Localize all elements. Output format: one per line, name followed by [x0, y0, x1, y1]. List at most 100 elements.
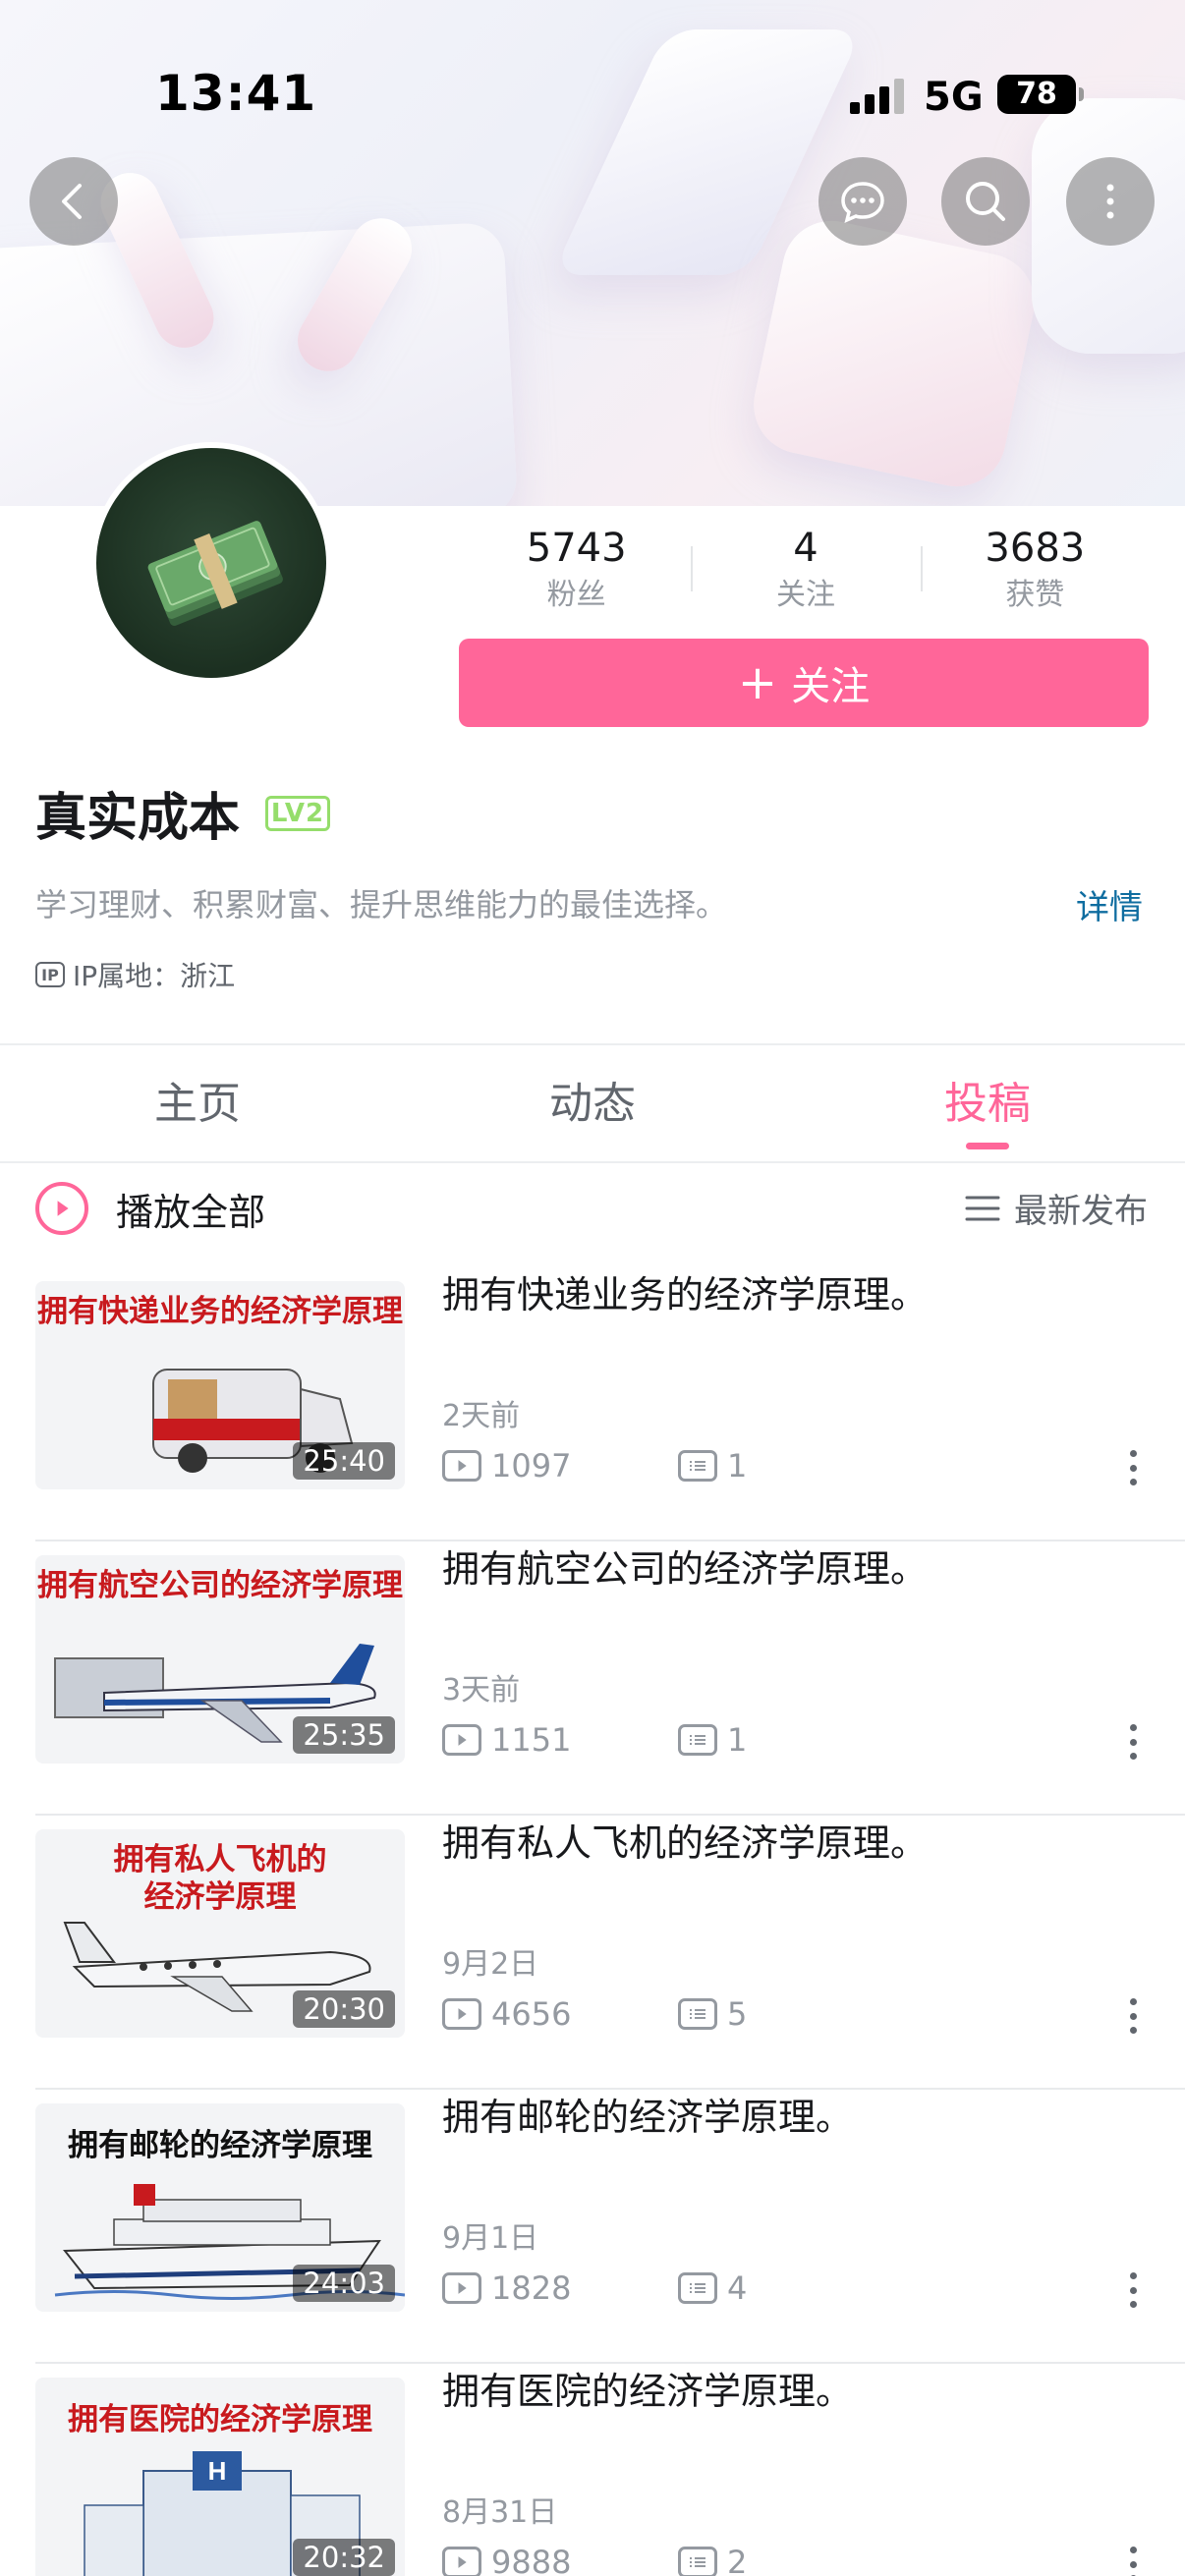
video-title[interactable]: 拥有私人飞机的经济学原理。	[442, 1816, 1150, 1871]
chat-icon	[841, 182, 884, 224]
video-date: 3天前	[442, 1673, 521, 1708]
video-meta: 9888 2	[442, 2544, 914, 2576]
more-vertical-icon[interactable]	[1128, 2272, 1138, 2308]
fans-label: 粉丝	[546, 578, 606, 612]
video-duration: 24:03	[293, 2265, 395, 2302]
video-thumbnail[interactable]: 拥有快递业务的经济学原理 25:40	[35, 1281, 405, 1489]
more-vertical-icon[interactable]	[1128, 2547, 1138, 2576]
channel-name: 真实成本	[35, 789, 241, 848]
status-bar: 13:41 5G 78	[0, 0, 1185, 122]
video-item[interactable]: 拥有医院的经济学原理 H 20:32 拥有医院的经济学原理。 8月31日 988…	[35, 2364, 1185, 2576]
svg-text:H: H	[208, 2456, 227, 2486]
play-count: 1097	[491, 1447, 572, 1484]
detail-link[interactable]: 详情	[1076, 880, 1143, 928]
search-button[interactable]	[941, 157, 1030, 246]
video-duration: 20:32	[293, 2539, 395, 2576]
following-stat[interactable]: 4 关注	[691, 521, 920, 624]
network-type: 5G	[924, 75, 984, 120]
play-count-icon	[442, 2547, 481, 2576]
comment-count: 1	[727, 1721, 748, 1759]
status-time: 13:41	[155, 65, 317, 122]
play-count: 1151	[491, 1721, 572, 1759]
following-label: 关注	[775, 578, 835, 612]
back-button[interactable]	[29, 157, 118, 246]
video-meta: 1828 4	[442, 2269, 914, 2307]
ip-location-text: IP属地：浙江	[73, 960, 236, 992]
search-icon	[966, 182, 1005, 221]
chevron-left-icon	[62, 184, 82, 219]
video-thumbnail[interactable]: 拥有航空公司的经济学原理 25:35	[35, 1555, 405, 1764]
more-vertical-icon[interactable]	[1128, 1998, 1138, 2034]
video-thumbnail[interactable]: 拥有邮轮的经济学原理 24:03	[35, 2103, 405, 2312]
comment-count: 4	[727, 2269, 748, 2307]
battery-level: 78	[1016, 77, 1057, 111]
profile-stats: 5743 粉丝 4 关注 3683 获赞	[462, 521, 1150, 624]
likes-count: 3683	[985, 526, 1086, 571]
list-icon	[965, 1196, 1000, 1220]
comment-count-icon	[678, 2547, 717, 2576]
plus-icon: +	[737, 655, 778, 710]
video-title[interactable]: 拥有航空公司的经济学原理。	[442, 1541, 1150, 1596]
signal-icon	[850, 79, 909, 114]
message-button[interactable]	[818, 157, 907, 246]
more-vertical-icon[interactable]	[1128, 1724, 1138, 1760]
more-vertical-icon	[1106, 184, 1114, 219]
comment-count-icon	[678, 1724, 717, 1756]
video-title[interactable]: 拥有医院的经济学原理。	[442, 2364, 1150, 2419]
profile-tabs: 主页 动态 投稿	[0, 1045, 1185, 1163]
level-badge: LV2	[265, 796, 330, 831]
video-date: 8月31日	[442, 2495, 558, 2530]
comment-count: 1	[727, 1447, 748, 1484]
video-meta: 1097 1	[442, 1447, 914, 1484]
video-meta: 1151 1	[442, 1721, 914, 1759]
sort-button[interactable]: 最新发布	[965, 1184, 1148, 1232]
video-date: 9月2日	[442, 1947, 539, 1982]
play-all-label: 播放全部	[116, 1190, 266, 1234]
video-item[interactable]: 拥有航空公司的经济学原理 25:35 拥有航空公司的经济学原理。 3天前 115…	[35, 1541, 1185, 1816]
likes-label: 获赞	[1005, 578, 1065, 612]
video-list: 拥有快递业务的经济学原理 25:40 拥有快递业务的经济学原理。 2天前 109…	[0, 1267, 1185, 2576]
follow-button[interactable]: + 关注	[459, 639, 1149, 727]
video-duration: 25:40	[293, 1442, 395, 1480]
video-date: 9月1日	[442, 2221, 539, 2256]
play-count-icon	[442, 2272, 481, 2304]
play-count-icon	[442, 1450, 481, 1482]
fans-stat[interactable]: 5743 粉丝	[462, 521, 691, 624]
play-count: 9888	[491, 2544, 572, 2576]
avatar[interactable]	[90, 442, 332, 684]
tab-home[interactable]: 主页	[0, 1045, 395, 1161]
more-options-button[interactable]	[1066, 157, 1155, 246]
more-vertical-icon[interactable]	[1128, 1450, 1138, 1485]
play-count-icon	[442, 1724, 481, 1756]
video-duration: 25:35	[293, 1716, 395, 1754]
profile-page: 13:41 5G 78 5743 粉丝 4 关注 3683 获赞 + 关注 真实…	[0, 0, 1185, 2576]
comment-count-icon	[678, 1998, 717, 2030]
play-all-button[interactable]: 播放全部	[35, 1174, 265, 1243]
video-date: 2天前	[442, 1399, 521, 1433]
money-stack-icon	[147, 521, 283, 626]
video-title[interactable]: 拥有快递业务的经济学原理。	[442, 1267, 1150, 1322]
follow-label: 关注	[791, 664, 871, 709]
play-count-icon	[442, 1998, 481, 2030]
ip-icon: IP	[35, 962, 65, 987]
video-item[interactable]: 拥有快递业务的经济学原理 25:40 拥有快递业务的经济学原理。 2天前 109…	[35, 1267, 1185, 1541]
video-title[interactable]: 拥有邮轮的经济学原理。	[442, 2090, 1150, 2145]
video-item[interactable]: 拥有邮轮的经济学原理 24:03 拥有邮轮的经济学原理。 9月1日 1828 4	[35, 2090, 1185, 2364]
ip-location: IP IP属地：浙江	[35, 955, 235, 994]
play-count: 1828	[491, 2269, 572, 2307]
comment-count-icon	[678, 1450, 717, 1482]
tab-dynamics[interactable]: 动态	[395, 1045, 790, 1161]
sort-label: 最新发布	[1014, 1192, 1148, 1231]
video-thumbnail[interactable]: 拥有私人飞机的 经济学原理 20:30	[35, 1829, 405, 2038]
fans-count: 5743	[526, 526, 627, 571]
video-thumbnail[interactable]: 拥有医院的经济学原理 H 20:32	[35, 2378, 405, 2576]
likes-stat[interactable]: 3683 获赞	[920, 521, 1150, 624]
video-meta: 4656 5	[442, 1995, 914, 2033]
video-item[interactable]: 拥有私人飞机的 经济学原理 20:30 拥有私人飞机的经济学原理。 9月2日 4…	[35, 1816, 1185, 2090]
tab-uploads[interactable]: 投稿	[790, 1045, 1185, 1161]
comment-count-icon	[678, 2272, 717, 2304]
comment-count: 5	[727, 1995, 748, 2033]
play-count: 4656	[491, 1995, 572, 2033]
comment-count: 2	[727, 2544, 748, 2576]
play-circle-icon	[35, 1182, 88, 1235]
